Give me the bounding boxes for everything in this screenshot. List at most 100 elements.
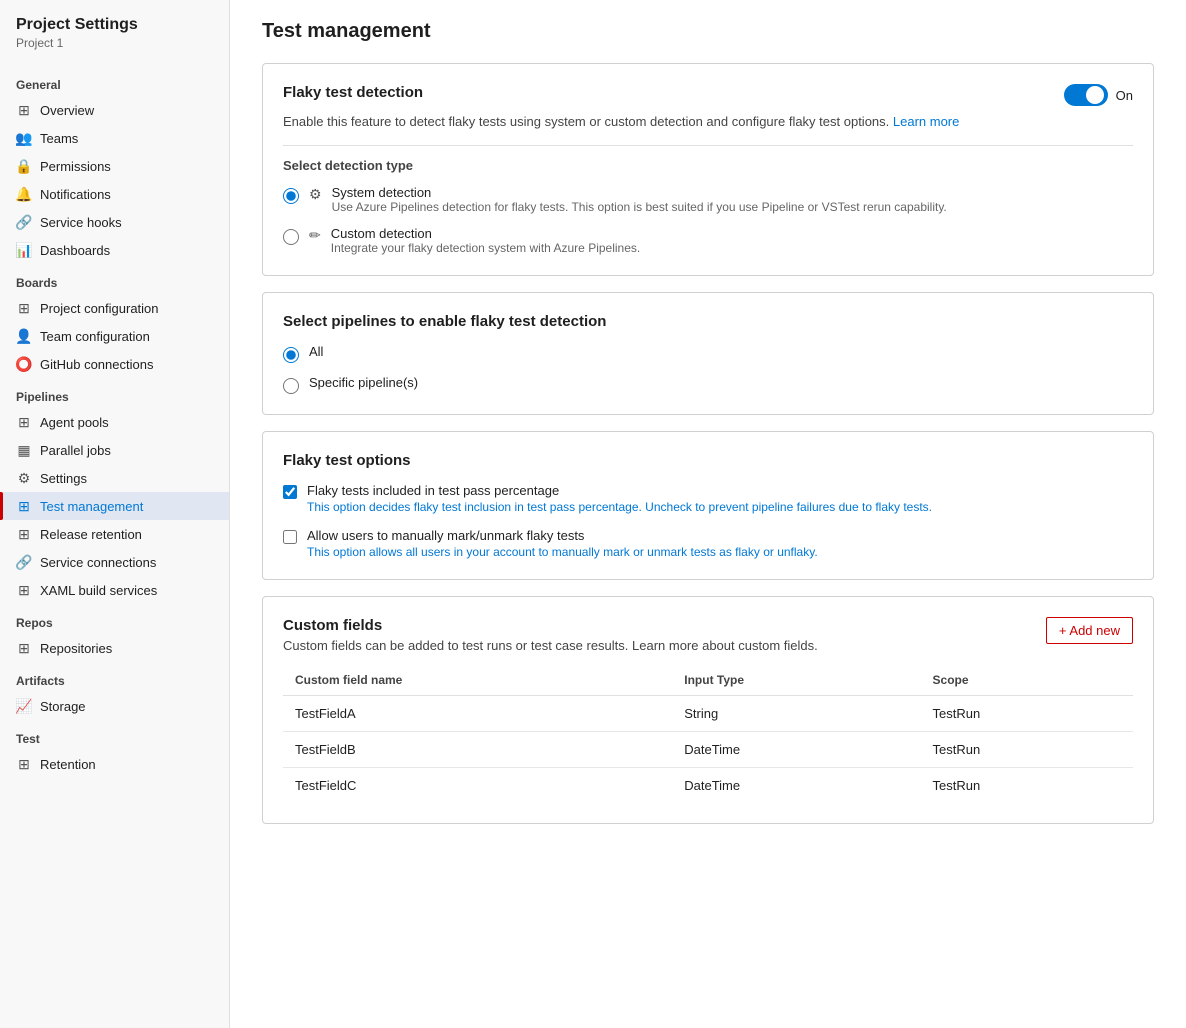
field-name-2: TestFieldC: [283, 768, 672, 804]
field-scope-1: TestRun: [921, 732, 1133, 768]
sidebar-item-xaml-build-services[interactable]: ⊞ XAML build services: [0, 576, 229, 604]
sidebar-item-settings[interactable]: ⚙ Settings: [0, 464, 229, 492]
include-pass-label: Flaky tests included in test pass percen…: [307, 483, 932, 498]
toggle-on-label: On: [1116, 88, 1133, 103]
settings-icon: ⚙: [16, 470, 32, 486]
specific-pipelines-option: Specific pipeline(s): [283, 375, 1133, 394]
sidebar-item-team-configuration[interactable]: 👤Team configuration: [0, 322, 229, 350]
custom-detection-option: ✏ Custom detection Integrate your flaky …: [283, 226, 1133, 255]
notifications-label: Notifications: [40, 187, 111, 202]
sidebar-item-retention[interactable]: ⊞Retention: [0, 750, 229, 778]
main-content: Test management Flaky test detection On …: [230, 0, 1186, 1028]
parallel-jobs-label: Parallel jobs: [40, 443, 111, 458]
specific-pipelines-label: Specific pipeline(s): [309, 375, 418, 390]
custom-detection-icon: ✏: [309, 227, 321, 244]
custom-fields-card: Custom fields Custom fields can be added…: [262, 596, 1154, 824]
include-pass-option: Flaky tests included in test pass percen…: [283, 483, 1133, 514]
custom-fields-table: Custom field name Input Type Scope TestF…: [283, 665, 1133, 803]
sidebar-item-parallel-jobs[interactable]: ▦ Parallel jobs: [0, 436, 229, 464]
sidebar-item-project-configuration[interactable]: ⊞Project configuration: [0, 294, 229, 322]
allow-manual-checkbox[interactable]: [283, 530, 297, 544]
flaky-toggle[interactable]: [1064, 84, 1108, 106]
sidebar-item-release-retention[interactable]: ⊞ Release retention: [0, 520, 229, 548]
flaky-detection-card: Flaky test detection On Enable this feat…: [262, 63, 1154, 276]
parallel-jobs-icon: ▦: [16, 442, 32, 458]
specific-pipelines-radio[interactable]: [283, 378, 299, 394]
permissions-icon: 🔒: [16, 158, 32, 174]
col-header-name: Custom field name: [283, 665, 672, 696]
sidebar-item-storage[interactable]: 📈 Storage: [0, 692, 229, 720]
field-scope-0: TestRun: [921, 696, 1133, 732]
toggle-slider: [1064, 84, 1108, 106]
teams-icon: 👥: [16, 130, 32, 146]
toggle-container: On: [1064, 84, 1133, 106]
flaky-detection-desc: Enable this feature to detect flaky test…: [283, 114, 1133, 129]
system-detection-icon: ⚙: [309, 186, 322, 203]
agent-pools-label: Agent pools: [40, 415, 109, 430]
sidebar-section-general: General: [0, 66, 229, 96]
allow-manual-label: Allow users to manually mark/unmark flak…: [307, 528, 818, 543]
test-management-icon: ⊞: [16, 498, 32, 514]
service-hooks-icon: 🔗: [16, 214, 32, 230]
sidebar-item-repositories[interactable]: ⊞Repositories: [0, 634, 229, 662]
system-detection-desc: Use Azure Pipelines detection for flaky …: [332, 200, 947, 214]
overview-label: Overview: [40, 103, 94, 118]
learn-more-link[interactable]: Learn more: [893, 114, 959, 129]
custom-detection-label: Custom detection: [331, 226, 641, 241]
team-configuration-label: Team configuration: [40, 329, 150, 344]
release-retention-icon: ⊞: [16, 526, 32, 542]
xaml-build-services-icon: ⊞: [16, 582, 32, 598]
service-connections-icon: 🔗: [16, 554, 32, 570]
sidebar-section-boards: Boards: [0, 264, 229, 294]
col-header-scope: Scope: [921, 665, 1133, 696]
sidebar-item-agent-pools[interactable]: ⊞ Agent pools: [0, 408, 229, 436]
page-title: Test management: [262, 20, 1154, 43]
retention-icon: ⊞: [16, 756, 32, 772]
sidebar-item-permissions[interactable]: 🔒Permissions: [0, 152, 229, 180]
flaky-detection-title: Flaky test detection: [283, 84, 423, 101]
custom-fields-title: Custom fields: [283, 617, 818, 634]
include-pass-checkbox[interactable]: [283, 485, 297, 499]
table-row: TestFieldBDateTimeTestRun: [283, 732, 1133, 768]
sidebar-item-overview[interactable]: ⊞Overview: [0, 96, 229, 124]
service-connections-label: Service connections: [40, 555, 156, 570]
sidebar-section-repos: Repos: [0, 604, 229, 634]
sidebar-title: Project Settings: [0, 16, 229, 36]
all-pipelines-radio[interactable]: [283, 347, 299, 363]
settings-label: Settings: [40, 471, 87, 486]
all-pipelines-label: All: [309, 344, 323, 359]
system-detection-radio[interactable]: [283, 188, 299, 204]
field-type-1: DateTime: [672, 732, 920, 768]
github-connections-icon: ⭕: [16, 356, 32, 372]
sidebar-item-test-management[interactable]: ⊞ Test management: [0, 492, 229, 520]
system-detection-label: System detection: [332, 185, 947, 200]
test-management-label: Test management: [40, 499, 143, 514]
storage-label: Storage: [40, 699, 86, 714]
sidebar-item-service-connections[interactable]: 🔗 Service connections: [0, 548, 229, 576]
custom-detection-desc: Integrate your flaky detection system wi…: [331, 241, 641, 255]
agent-pools-icon: ⊞: [16, 414, 32, 430]
detection-type-label: Select detection type: [283, 158, 1133, 173]
repositories-icon: ⊞: [16, 640, 32, 656]
service-hooks-label: Service hooks: [40, 215, 122, 230]
pipeline-selection-group: All Specific pipeline(s): [283, 344, 1133, 394]
sidebar: Project Settings Project 1 General⊞Overv…: [0, 0, 230, 1028]
storage-icon: 📈: [16, 698, 32, 714]
sidebar-section-test: Test: [0, 720, 229, 750]
custom-detection-radio[interactable]: [283, 229, 299, 245]
sidebar-item-notifications[interactable]: 🔔Notifications: [0, 180, 229, 208]
sidebar-subtitle: Project 1: [0, 36, 229, 66]
flaky-options-group: Flaky tests included in test pass percen…: [283, 483, 1133, 559]
xaml-build-services-label: XAML build services: [40, 583, 157, 598]
sidebar-item-service-hooks[interactable]: 🔗 Service hooks: [0, 208, 229, 236]
all-pipelines-option: All: [283, 344, 1133, 363]
release-retention-label: Release retention: [40, 527, 142, 542]
sidebar-item-github-connections[interactable]: ⭕GitHub connections: [0, 350, 229, 378]
include-pass-desc: This option decides flaky test inclusion…: [307, 500, 932, 514]
sidebar-item-dashboards[interactable]: 📊Dashboards: [0, 236, 229, 264]
add-new-button[interactable]: + Add new: [1046, 617, 1133, 644]
field-type-0: String: [672, 696, 920, 732]
sidebar-item-teams[interactable]: 👥Teams: [0, 124, 229, 152]
pipeline-selection-card: Select pipelines to enable flaky test de…: [262, 292, 1154, 415]
dashboards-icon: 📊: [16, 242, 32, 258]
